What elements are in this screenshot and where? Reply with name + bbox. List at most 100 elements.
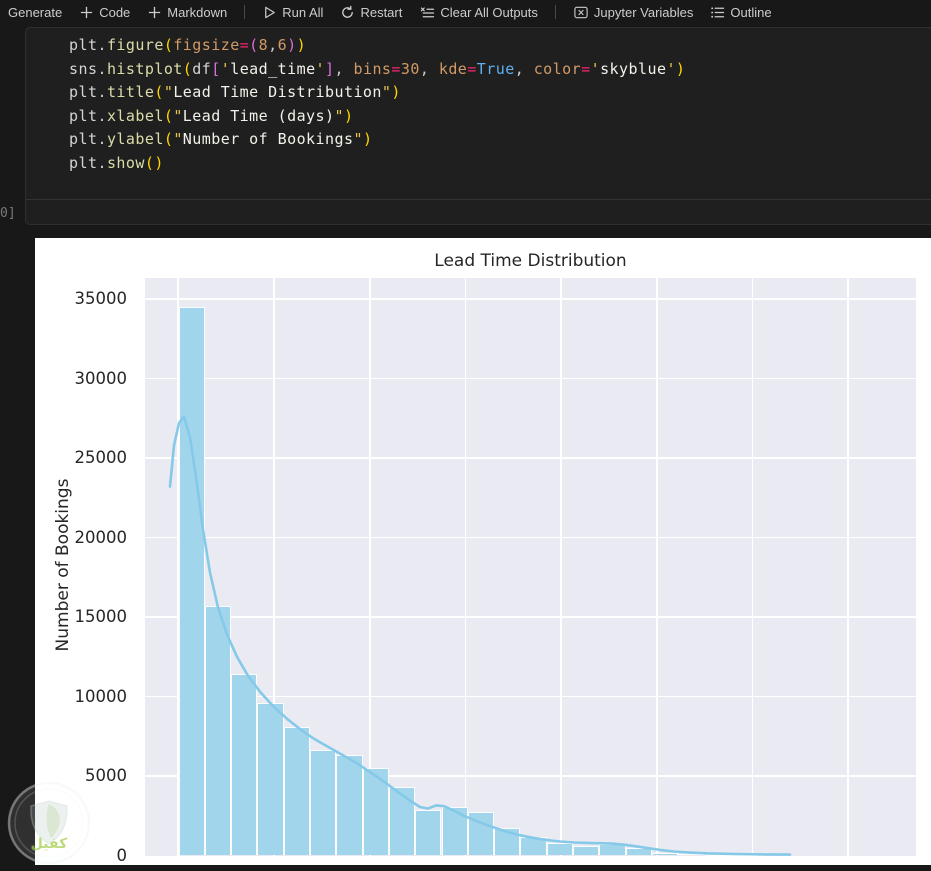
code-editor[interactable]: plt.figure(figsize=(8,6)) sns.histplot(df…	[69, 34, 685, 176]
y-tick-label: 5000	[85, 766, 127, 785]
code-token: =	[391, 59, 401, 78]
code-token: Lead Time Distribution	[173, 83, 382, 102]
v-gridline	[560, 278, 562, 856]
code-token: )	[287, 36, 297, 54]
histogram-bar	[520, 836, 547, 856]
toolbar-button-markdown[interactable]: Markdown	[147, 5, 227, 20]
code-line[interactable]: plt.figure(figsize=(8,6))	[69, 34, 685, 58]
code-token: .	[97, 36, 107, 54]
h-gridline	[145, 695, 916, 698]
histogram-bar	[625, 848, 652, 856]
code-token: True	[476, 59, 515, 78]
histogram-bar	[730, 854, 758, 856]
code-token: "	[173, 130, 183, 149]
y-tick-label: 20000	[74, 527, 128, 547]
histogram-bar	[178, 306, 205, 856]
code-token: df	[192, 59, 212, 78]
code-token: 30	[400, 59, 420, 78]
notebook-toolbar: Generate Code Markdown Run All Restart Clear …	[0, 0, 931, 24]
y-tick-label: 15000	[74, 607, 128, 626]
code-token: (	[144, 153, 155, 172]
toolbar-button-code[interactable]: Code	[79, 5, 130, 20]
toolbar-button-label: Jupyter Variables	[593, 4, 694, 20]
outline-icon	[710, 5, 725, 20]
toolbar-button-run-all[interactable]: Run All	[262, 5, 323, 20]
code-token: plt	[69, 106, 98, 125]
h-gridline	[145, 298, 916, 300]
code-token: )	[154, 153, 164, 172]
chart-title: Lead Time Distribution	[434, 251, 627, 271]
code-token: color	[533, 59, 582, 78]
histogram-bar	[204, 605, 232, 856]
code-token: 8	[258, 36, 269, 54]
histogram-bar	[257, 702, 284, 856]
h-gridline	[145, 457, 916, 459]
code-token: .	[97, 153, 107, 172]
code-token: .	[97, 106, 107, 125]
code-token: histplot	[106, 59, 183, 78]
code-token: skyblue	[600, 59, 667, 78]
h-gridline	[145, 536, 916, 539]
code-token: 6	[277, 36, 288, 54]
code-token: "	[163, 83, 174, 102]
histogram-bar	[362, 768, 389, 856]
histogram-bar	[467, 811, 495, 856]
code-token: (	[249, 36, 259, 54]
histogram-bar	[415, 809, 442, 856]
code-token: figsize	[173, 36, 240, 54]
code-token: ,	[419, 59, 439, 78]
y-tick-label: 25000	[74, 448, 128, 467]
code-line[interactable]: plt.xlabel("Lead Time (days)")	[69, 105, 685, 129]
vscode-notebook-window: { "toolbar": { "items": [ {"type":"item"…	[0, 0, 931, 869]
code-line[interactable]: plt.show()	[69, 152, 685, 176]
code-token: (	[154, 83, 164, 102]
code-token: (	[182, 59, 193, 78]
v-gridline	[464, 278, 467, 856]
toolbar-button-outline[interactable]: Outline	[710, 5, 772, 20]
code-token: plt	[69, 83, 98, 102]
histogram-bar	[494, 827, 521, 856]
code-token: Lead Time (days)	[182, 106, 335, 125]
code-token: figure	[106, 36, 164, 54]
histogram-bar	[599, 844, 626, 856]
v-gridline	[751, 278, 754, 856]
histogram-bar	[704, 854, 731, 856]
toolbar-button-jupyter-variables[interactable]: Jupyter Variables	[573, 5, 693, 20]
clear-all-outputs-icon	[419, 5, 435, 20]
code-token: show	[106, 153, 145, 172]
toolbar-button-restart[interactable]: Restart	[340, 5, 402, 20]
toolbar-button-generate[interactable]: Generate	[8, 5, 62, 20]
toolbar-separator	[554, 5, 556, 19]
toolbar-button-label: Generate	[8, 4, 63, 20]
code-token: (	[163, 36, 174, 54]
code-token: ,	[268, 36, 278, 54]
toolbar-separator	[244, 5, 246, 19]
code-token: )	[343, 106, 354, 125]
code-token: '	[590, 59, 601, 78]
y-tick-label: 35000	[74, 289, 128, 308]
code-token: =	[467, 59, 477, 78]
run-all-icon	[262, 5, 277, 20]
notebook-code-cell[interactable]: plt.figure(figsize=(8,6)) sns.histplot(df…	[25, 27, 931, 225]
code-token: bins	[353, 59, 392, 78]
code-token: .	[97, 59, 107, 78]
code-line[interactable]: plt.title("Lead Time Distribution")	[69, 81, 685, 105]
histogram-bar	[546, 842, 573, 856]
code-token: ]	[325, 59, 335, 78]
code-token: =	[239, 36, 250, 54]
code-token: ,	[514, 59, 534, 78]
code-token: (	[163, 130, 174, 149]
code-line[interactable]: sns.histplot(df['lead_time'], bins=30, k…	[69, 58, 685, 82]
toolbar-button-clear-all-outputs[interactable]: Clear All Outputs	[419, 5, 538, 20]
v-gridline	[656, 278, 658, 856]
code-token: "	[381, 83, 392, 102]
code-token: title	[106, 83, 155, 102]
code-line[interactable]: plt.ylabel("Number of Bookings")	[69, 128, 685, 152]
code-token: (	[163, 106, 174, 125]
code-token: )	[391, 83, 401, 102]
toolbar-button-label: Markdown	[167, 4, 228, 20]
code-token: '	[315, 59, 326, 78]
code-token: ,	[334, 59, 354, 78]
code-token: "	[334, 106, 344, 125]
editor-background-strip-bottom	[0, 865, 931, 869]
